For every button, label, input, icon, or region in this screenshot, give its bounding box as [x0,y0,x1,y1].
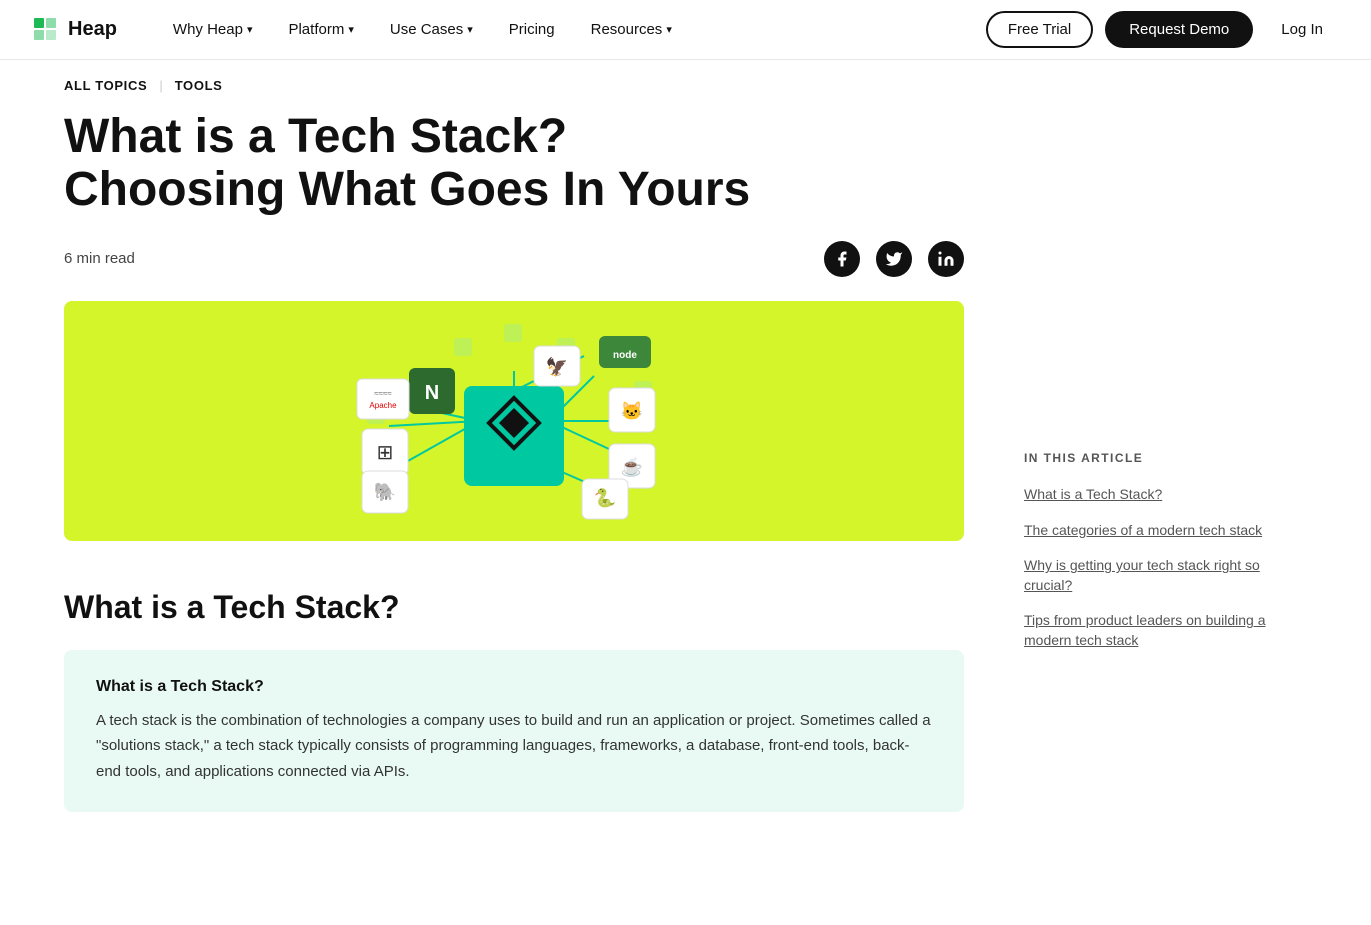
nav-use-cases[interactable]: Use Cases ▾ [374,13,489,46]
chevron-down-icon: ▾ [666,23,672,36]
logo[interactable]: Heap [32,16,117,44]
nav-actions: Free Trial Request Demo Log In [986,11,1339,48]
toc-heading: IN THIS ARTICLE [1024,451,1284,465]
free-trial-button[interactable]: Free Trial [986,11,1093,48]
twitter-share-button[interactable] [876,241,912,277]
chevron-down-icon: ▾ [247,23,253,36]
toc-link-2[interactable]: The categories of a modern tech stack [1024,521,1284,541]
toc-link-1[interactable]: What is a Tech Stack? [1024,485,1284,505]
login-button[interactable]: Log In [1265,13,1339,46]
svg-text:≈≈≈≈: ≈≈≈≈ [374,389,392,398]
hero-image: N ≈≈≈≈ Apache ⊞ 🐘 🦅 node 🐱 [64,301,964,541]
toc-link-4[interactable]: Tips from product leaders on building a … [1024,611,1284,650]
toc-link-3[interactable]: Why is getting your tech stack right so … [1024,556,1284,595]
svg-text:⊞: ⊞ [377,442,394,464]
nav-resources[interactable]: Resources ▾ [575,13,688,46]
nav-platform[interactable]: Platform ▾ [272,13,369,46]
social-share [824,241,964,277]
info-box-title: What is a Tech Stack? [96,678,932,696]
chevron-down-icon: ▾ [348,23,354,36]
breadcrumb-separator: | [159,78,162,93]
svg-text:N: N [425,382,439,404]
svg-text:Apache: Apache [369,401,397,410]
chevron-down-icon: ▾ [467,23,473,36]
page-layout: What is a Tech Stack? Choosing What Goes… [0,111,1371,844]
request-demo-button[interactable]: Request Demo [1105,11,1253,48]
svg-text:🐍: 🐍 [594,487,616,508]
article-main: What is a Tech Stack? Choosing What Goes… [64,111,964,844]
nav-why-heap[interactable]: Why Heap ▾ [157,13,269,46]
navbar: Heap Why Heap ▾ Platform ▾ Use Cases ▾ P… [0,0,1371,60]
all-topics-link[interactable]: ALL TOPICS [64,78,147,93]
svg-text:🦅: 🦅 [546,356,568,377]
logo-text: Heap [68,18,117,41]
svg-text:🐘: 🐘 [374,482,396,502]
section-heading: What is a Tech Stack? [64,589,964,626]
logo-icon [32,16,60,44]
info-box-text: A tech stack is the combination of techn… [96,708,932,785]
article-meta: 6 min read [64,241,964,277]
svg-text:🐱: 🐱 [621,401,643,421]
svg-text:☕: ☕ [621,456,643,477]
info-box: What is a Tech Stack? A tech stack is th… [64,650,964,813]
facebook-share-button[interactable] [824,241,860,277]
diagram-svg: N ≈≈≈≈ Apache ⊞ 🐘 🦅 node 🐱 [214,316,814,526]
nav-pricing[interactable]: Pricing [493,13,571,46]
nav-links: Why Heap ▾ Platform ▾ Use Cases ▾ Pricin… [157,13,986,46]
svg-text:node: node [613,350,637,361]
article-sidebar: IN THIS ARTICLE What is a Tech Stack? Th… [1024,111,1284,844]
article-title: What is a Tech Stack? Choosing What Goes… [64,111,764,217]
breadcrumb-current: TOOLS [175,78,223,93]
read-time: 6 min read [64,250,135,267]
breadcrumb: ALL TOPICS | TOOLS [0,60,1371,111]
linkedin-share-button[interactable] [928,241,964,277]
